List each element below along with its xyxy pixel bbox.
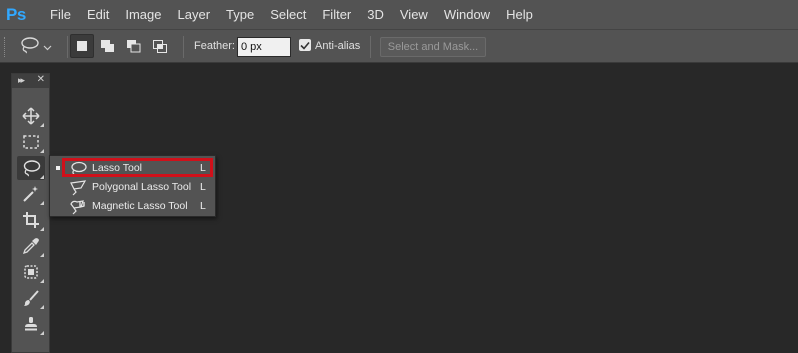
patch-icon (24, 265, 38, 279)
rectangular-marquee-icon (23, 135, 39, 149)
separator (67, 36, 68, 58)
flyout-item-polygonal-lasso[interactable]: Polygonal Lasso Tool L (50, 178, 215, 197)
separator (370, 36, 371, 58)
close-icon[interactable]: ✕ (37, 74, 45, 85)
photoshop-logo: Ps (6, 4, 26, 24)
crop-icon (23, 212, 39, 228)
subtract-from-selection-button[interactable] (122, 34, 146, 58)
intersect-selection-button[interactable] (148, 34, 172, 58)
clone-stamp-tool-button[interactable] (17, 312, 45, 336)
new-selection-icon (77, 41, 87, 51)
feather-input[interactable] (237, 37, 291, 57)
magic-wand-tool-button[interactable] (17, 182, 45, 206)
more-tools-indicator (40, 149, 44, 153)
intersect-selection-icon (153, 40, 167, 53)
more-tools-indicator (40, 253, 44, 257)
add-to-selection-button[interactable] (96, 34, 120, 58)
select-and-mask-button[interactable]: Select and Mask... (380, 37, 486, 57)
more-tools-indicator (40, 201, 44, 205)
more-tools-indicator (40, 331, 44, 335)
clone-stamp-icon (25, 317, 37, 331)
tools-panel: ▸▸ ✕ (11, 73, 50, 353)
highlight-annotation (62, 158, 213, 177)
crop-tool-button[interactable] (17, 208, 45, 232)
magic-wand-icon (23, 186, 38, 202)
options-bar-grip[interactable] (4, 37, 7, 57)
magnetic-lasso-icon (69, 198, 87, 215)
feather-label: Feather: (194, 40, 235, 52)
tools-panel-header: ▸▸ ✕ (12, 74, 49, 88)
checkmark-icon (300, 41, 310, 50)
patch-tool-button[interactable] (17, 260, 45, 284)
flyout-item-label: Magnetic Lasso Tool (92, 200, 188, 212)
menu-filter[interactable]: Filter (314, 0, 359, 29)
flyout-item-shortcut: L (200, 200, 206, 212)
menu-image[interactable]: Image (117, 0, 169, 29)
menu-select[interactable]: Select (262, 0, 314, 29)
more-tools-indicator (40, 279, 44, 283)
lasso-tool-button[interactable] (17, 156, 45, 180)
menu-help[interactable]: Help (498, 0, 541, 29)
lasso-icon (18, 36, 40, 59)
menu-layer[interactable]: Layer (170, 0, 219, 29)
menu-type[interactable]: Type (218, 0, 262, 29)
menu-file[interactable]: File (42, 0, 79, 29)
subtract-from-selection-icon (127, 40, 141, 53)
menu-window[interactable]: Window (436, 0, 498, 29)
chevron-down-icon (43, 38, 52, 56)
flyout-item-magnetic-lasso[interactable]: Magnetic Lasso Tool L (50, 197, 215, 216)
add-to-selection-icon (101, 40, 114, 52)
brush-icon (24, 290, 39, 306)
flyout-item-shortcut: L (200, 181, 206, 193)
menu-edit[interactable]: Edit (79, 0, 117, 29)
more-tools-indicator (40, 123, 44, 127)
brush-tool-button[interactable] (17, 286, 45, 310)
tool-preset-picker[interactable] (18, 36, 58, 58)
more-tools-indicator (40, 175, 44, 179)
more-tools-indicator (40, 305, 44, 309)
collapse-icon[interactable]: ▸▸ (18, 75, 25, 86)
eyedropper-icon (22, 238, 39, 255)
menu-3d[interactable]: 3D (359, 0, 392, 29)
move-icon (22, 107, 40, 125)
new-selection-button[interactable] (70, 34, 94, 58)
marquee-tool-button[interactable] (17, 130, 45, 154)
anti-alias-checkbox[interactable] (299, 39, 311, 51)
flyout-item-label: Polygonal Lasso Tool (92, 181, 192, 193)
eyedropper-tool-button[interactable] (17, 234, 45, 258)
anti-alias-label: Anti-alias (315, 40, 361, 52)
lasso-tools-flyout: Lasso Tool L Polygonal Lasso Tool L Magn… (49, 155, 216, 217)
options-bar: Feather: Anti-alias Select and Mask... (0, 29, 798, 63)
more-tools-indicator (40, 227, 44, 231)
selected-indicator (56, 166, 60, 170)
lasso-icon (23, 160, 41, 177)
move-tool-button[interactable] (17, 104, 45, 128)
menu-view[interactable]: View (392, 0, 436, 29)
polygonal-lasso-icon (69, 179, 87, 196)
separator (183, 36, 184, 58)
menu-bar: Ps File Edit Image Layer Type Select Fil… (0, 0, 798, 29)
